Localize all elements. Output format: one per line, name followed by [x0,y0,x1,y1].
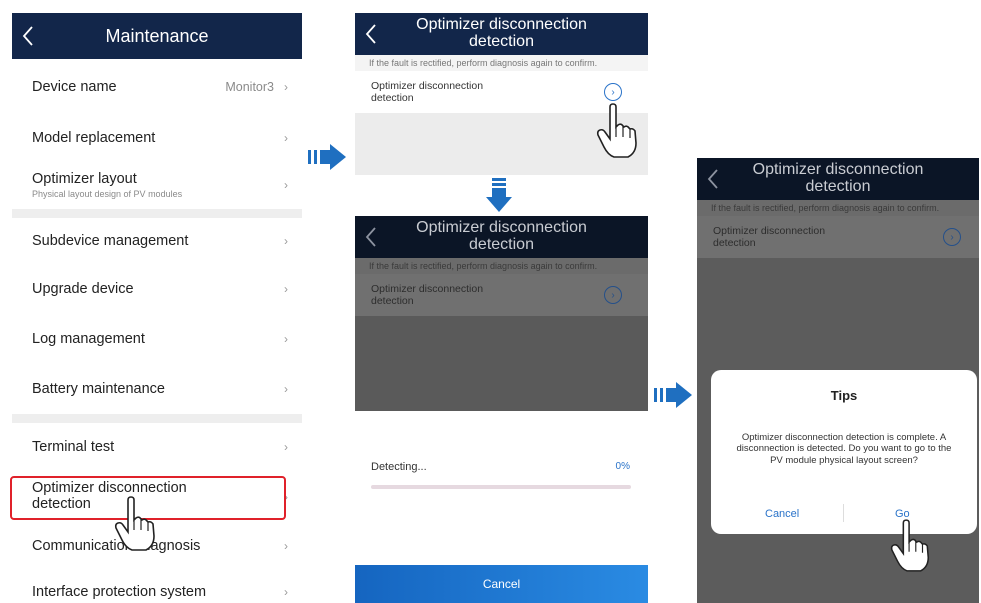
progress-percent: 0% [615,461,630,472]
chevron-right-icon: › [284,332,288,346]
flow-arrow-icon [654,382,692,408]
hint-text: If the fault is rectified, perform diagn… [355,258,648,275]
circle-arrow-right-icon: › [604,286,622,305]
list-item-model-replacement[interactable]: Model replacement › [12,115,302,161]
detection-navbar: Optimizer disconnection detection [355,216,648,258]
detection-row: Optimizer disconnection detection › [697,216,979,259]
chevron-right-icon: › [284,382,288,396]
detection-row-label: Optimizer disconnection detection [713,225,826,250]
hint-text: If the fault is rectified, perform diagn… [697,200,979,217]
list-item-optimizer-layout[interactable]: Optimizer layout Physical layout design … [12,161,302,209]
tips-dialog: Tips Optimizer disconnection detection i… [711,370,977,534]
detection-row: Optimizer disconnection detection › [355,274,648,317]
maintenance-list-2: Subdevice management › Upgrade device › … [12,218,302,414]
section-divider [12,414,302,423]
item-text: Optimizer layout Physical layout design … [32,171,182,199]
back-icon [707,166,723,192]
page-title: Optimizer disconnection detection [752,161,924,195]
dialog-message: Optimizer disconnection detection is com… [736,432,952,466]
back-icon[interactable] [22,23,38,49]
item-label: Battery maintenance [32,381,165,397]
flow-arrow-icon [308,144,346,170]
item-label: Interface protection system [32,584,207,600]
back-icon[interactable] [365,21,381,47]
flow-arrow-icon [486,178,512,212]
detecting-screen: Optimizer disconnection detection If the… [355,216,648,603]
item-label: Subdevice management [32,233,189,249]
item-label: Log management [32,331,145,347]
detecting-status: Detecting... [371,461,427,473]
detection-navbar: Optimizer disconnection detection [697,158,979,200]
list-item-battery-maintenance[interactable]: Battery maintenance › [12,364,302,414]
chevron-right-icon: › [284,440,288,454]
section-divider [12,209,302,218]
dialog-button-divider [843,504,844,522]
maintenance-navbar: Maintenance [12,13,302,59]
dialog-cancel-button[interactable]: Cancel [765,508,799,520]
detection-row-label: Optimizer disconnection detection [371,80,484,105]
list-item-log-management[interactable]: Log management › [12,314,302,364]
back-icon [365,224,381,250]
tips-screen: Optimizer disconnection detection If the… [697,158,979,603]
item-label: Device name [32,79,117,95]
list-item-subdevice-management[interactable]: Subdevice management › [12,218,302,264]
chevron-right-icon: › [284,131,288,145]
circle-arrow-right-icon[interactable]: › [604,83,622,102]
page-title: Optimizer disconnection detection [416,16,587,50]
detection-navbar: Optimizer disconnection detection [355,13,648,55]
detection-row-label: Optimizer disconnection detection [371,283,484,308]
maintenance-list: Device name Monitor3 › Model replacement… [12,59,302,209]
dialog-title: Tips [830,388,858,403]
progress-bar [371,485,631,489]
list-item-upgrade-device[interactable]: Upgrade device › [12,264,302,314]
hint-text: If the fault is rectified, perform diagn… [355,55,648,72]
circle-arrow-right-icon: › [943,228,961,247]
chevron-right-icon: › [284,539,288,553]
item-label: Terminal test [32,439,115,455]
chevron-right-icon: › [284,282,288,296]
chevron-right-icon: › [284,585,288,599]
progress-sheet: Detecting... 0% Cancel [355,411,648,603]
page-title: Optimizer disconnection detection [416,219,587,253]
list-item-terminal-test[interactable]: Terminal test › [12,423,302,471]
chevron-right-icon: › [284,178,288,192]
list-item-device-name[interactable]: Device name Monitor3 › [12,59,302,115]
cancel-button[interactable]: Cancel [355,565,648,603]
page-title: Maintenance [105,25,209,46]
item-sublabel: Physical layout design of PV modules [32,189,183,199]
hand-pointer-icon [114,496,155,551]
hand-pointer-icon [596,103,637,158]
hand-pointer-icon [890,519,930,572]
item-label: Model replacement [32,130,156,146]
chevron-right-icon: › [284,234,288,248]
item-label: Upgrade device [32,281,134,297]
item-value: Monitor3 [225,80,274,94]
item-label: Optimizer layout [32,171,137,187]
list-item-interface-protection-system[interactable]: Interface protection system › [12,569,302,603]
chevron-right-icon: › [284,80,288,94]
